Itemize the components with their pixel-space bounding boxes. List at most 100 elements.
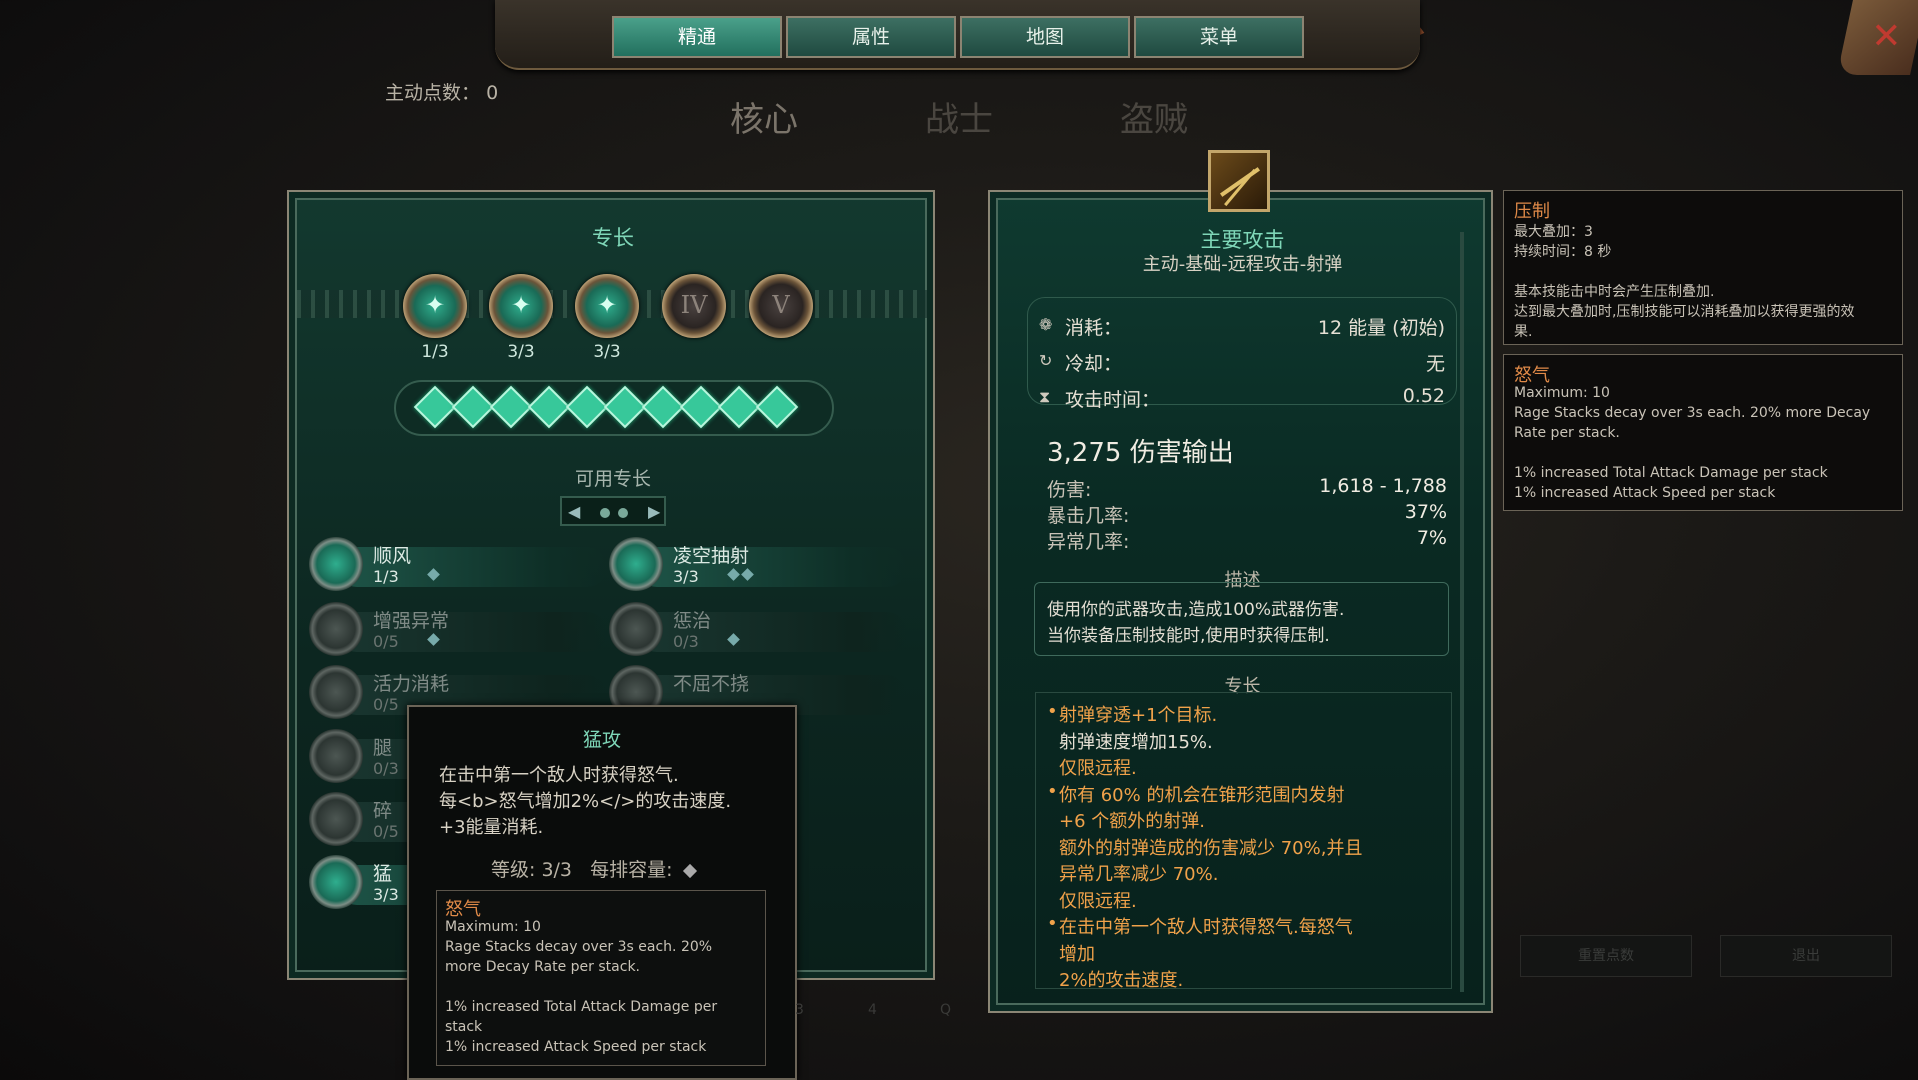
suppression-line: 基本技能击中时会产生压制叠加. bbox=[1514, 284, 1715, 300]
specialization-count: 3/3 bbox=[373, 885, 399, 904]
spec-effect-line: 仅限远程. bbox=[1059, 890, 1137, 912]
specialization-name: 不屈不挠 bbox=[673, 673, 750, 695]
tooltip-line: 每<b>怒气增加2%</>的攻击速度. bbox=[439, 791, 732, 812]
tab-menu[interactable]: 菜单 bbox=[1134, 16, 1304, 58]
stat-value: 无 bbox=[1425, 353, 1445, 375]
specialization-name: 活力消耗 bbox=[373, 673, 450, 695]
tab-attributes[interactable]: 属性 bbox=[786, 16, 956, 58]
stat-cost: ❁ 消耗： 12 能量 (初始) bbox=[1035, 309, 1455, 343]
spec-effect-line: 2%的攻击速度. bbox=[1059, 970, 1184, 989]
gem-icon bbox=[717, 385, 761, 429]
active-points: 主动点数： 0 bbox=[385, 78, 498, 105]
ailment-line: 异常几率: 7% bbox=[1047, 527, 1447, 553]
rage-title: 怒气 bbox=[1514, 365, 1550, 386]
gem-icon bbox=[489, 385, 533, 429]
specialization-item[interactable]: 增强异常 0/5 bbox=[309, 602, 609, 658]
gem-icon bbox=[641, 385, 685, 429]
damage-value: 7% bbox=[1416, 527, 1447, 549]
rage-info-box: 怒气 Maximum: 10 Rage Stacks decay over 3s… bbox=[1503, 354, 1903, 511]
gem-icon bbox=[682, 863, 697, 879]
rage-line: 1% increased Total Attack Damage per bbox=[445, 999, 718, 1015]
category-tab-warrior[interactable]: 战士 bbox=[925, 92, 993, 141]
specialization-item[interactable]: 凌空抽射 3/3 bbox=[609, 537, 909, 593]
specialization-count: 0/3 bbox=[673, 632, 699, 651]
description-line: 当你装备压制技能时,使用时获得压制. bbox=[1047, 626, 1330, 646]
specialization-icon bbox=[309, 665, 363, 719]
specialization-name: 凌空抽射 bbox=[673, 545, 750, 567]
specialization-icon bbox=[609, 602, 663, 656]
category-tab-rogue[interactable]: 盗贼 bbox=[1120, 92, 1188, 141]
suppression-line: 最大叠加：3 bbox=[1514, 224, 1593, 240]
category-tab-core[interactable]: 核心 bbox=[730, 92, 798, 141]
leaf-icon: ✦ bbox=[596, 291, 618, 319]
rage-line: Rage Stacks decay over 3s each. 20% bbox=[445, 939, 713, 955]
damage-value: 37% bbox=[1404, 501, 1447, 523]
next-page-icon[interactable]: ▶ bbox=[648, 502, 660, 521]
medal-slot-5-locked[interactable]: V bbox=[749, 274, 813, 338]
available-specializations-label: 可用专长 bbox=[574, 468, 651, 490]
medal-numeral: V bbox=[772, 291, 790, 319]
specialization-name: 猛 bbox=[373, 863, 393, 885]
specialization-icon bbox=[309, 855, 363, 909]
spec-effects-box: 射弹穿透+1个目标.射弹速度增加15%.仅限远程.你有 60% 的机会在锥形范围… bbox=[1035, 692, 1452, 989]
leaf-icon: ✦ bbox=[424, 291, 446, 319]
stat-label: 消耗： bbox=[1065, 317, 1123, 339]
specialization-item[interactable]: 惩治 0/3 bbox=[609, 602, 909, 658]
specialization-count: 0/3 bbox=[373, 759, 399, 778]
description-line: 使用你的武器攻击,造成100%武器伤害. bbox=[1047, 600, 1345, 620]
rage-line: 1% increased Total Attack Damage per sta… bbox=[1514, 465, 1828, 481]
tab-map[interactable]: 地图 bbox=[960, 16, 1130, 58]
stat-label: 冷却： bbox=[1065, 353, 1123, 375]
previous-page-icon[interactable]: ◀ bbox=[568, 502, 580, 521]
specialization-count: 1/3 bbox=[373, 567, 399, 586]
damage-label: 暴击几率: bbox=[1047, 505, 1130, 527]
spec-effect-line: 在击中第一个敌人时获得怒气.每怒气 bbox=[1047, 913, 1353, 939]
detail-scrollbar[interactable] bbox=[1460, 232, 1464, 992]
flame-icon: ❁ bbox=[1039, 315, 1053, 334]
specialization-count: 0/5 bbox=[373, 822, 399, 841]
damage-line: 伤害: 1,618 - 1,788 bbox=[1047, 475, 1447, 501]
tooltip-line: +3能量消耗. bbox=[439, 817, 544, 838]
tab-mastery[interactable]: 精通 bbox=[612, 16, 782, 58]
spec-effect-line: 增加 bbox=[1059, 943, 1095, 965]
tooltip-title: 猛攻 bbox=[582, 729, 621, 751]
suppression-title: 压制 bbox=[1514, 201, 1550, 222]
specialization-icon bbox=[309, 537, 363, 591]
hotbar-key: 4 bbox=[868, 1002, 877, 1018]
specialization-item[interactable]: 顺风 1/3 bbox=[309, 537, 609, 593]
specialization-icon bbox=[609, 537, 663, 591]
hotbar-key: Q bbox=[940, 1002, 952, 1018]
medal-slot-1[interactable]: ✦ bbox=[403, 274, 467, 338]
stat-attack-time: ⧗ 攻击时间： 0.52 bbox=[1035, 381, 1455, 415]
specialization-name: 增强异常 bbox=[373, 610, 450, 632]
suppression-line: 持续时间：8 秒 bbox=[1514, 244, 1612, 260]
page-dot[interactable] bbox=[600, 508, 610, 518]
damage-total: 3,275 伤害输出 bbox=[1047, 438, 1234, 468]
medal-slot-4-locked[interactable]: IV bbox=[662, 274, 726, 338]
rage-line: Maximum: 10 bbox=[1514, 385, 1610, 401]
specialization-name: 碎 bbox=[373, 800, 393, 822]
close-button[interactable]: ✕ bbox=[1837, 0, 1918, 75]
specialization-name: 惩治 bbox=[673, 610, 712, 632]
rage-line: Rage Stacks decay over 3s each. 20% more… bbox=[1514, 405, 1871, 421]
spec-effect-line: 你有 60% 的机会在锥形范围内发射 bbox=[1047, 781, 1344, 807]
specialization-count: 3/3 bbox=[673, 567, 699, 586]
medal-slot-3[interactable]: ✦ bbox=[575, 274, 639, 338]
reset-points-button[interactable]: 重置点数 bbox=[1520, 935, 1692, 977]
suppression-line: 达到最大叠加时,压制技能可以消耗叠加以获得更强的效 bbox=[1514, 304, 1855, 320]
exit-button[interactable]: 退出 bbox=[1720, 935, 1892, 977]
medal-slot-2[interactable]: ✦ bbox=[489, 274, 553, 338]
skill-detail-panel: 主要攻击 主动-基础-远程攻击-射弹 ❁ 消耗： 12 能量 (初始) ↻ 冷却… bbox=[988, 190, 1493, 1013]
cooldown-icon: ↻ bbox=[1039, 351, 1053, 370]
spec-effect-line: 额外的射弹造成的伤害减少 70%,并且 bbox=[1059, 837, 1363, 859]
spec-effect-line: 仅限远程. bbox=[1059, 758, 1137, 779]
gem-icon bbox=[413, 385, 457, 429]
tooltip-rage-box: 怒气 Maximum: 10 Rage Stacks decay over 3s… bbox=[436, 890, 766, 1066]
damage-label: 异常几率: bbox=[1047, 531, 1130, 553]
specialization-title: 专长 bbox=[592, 226, 634, 250]
gem-icon bbox=[755, 385, 799, 429]
page-dot[interactable] bbox=[618, 508, 628, 518]
damage-label: 伤害: bbox=[1047, 479, 1092, 501]
tooltip-capacity-text: 每排容量: bbox=[590, 859, 673, 881]
specialization-name: 顺风 bbox=[373, 545, 412, 567]
